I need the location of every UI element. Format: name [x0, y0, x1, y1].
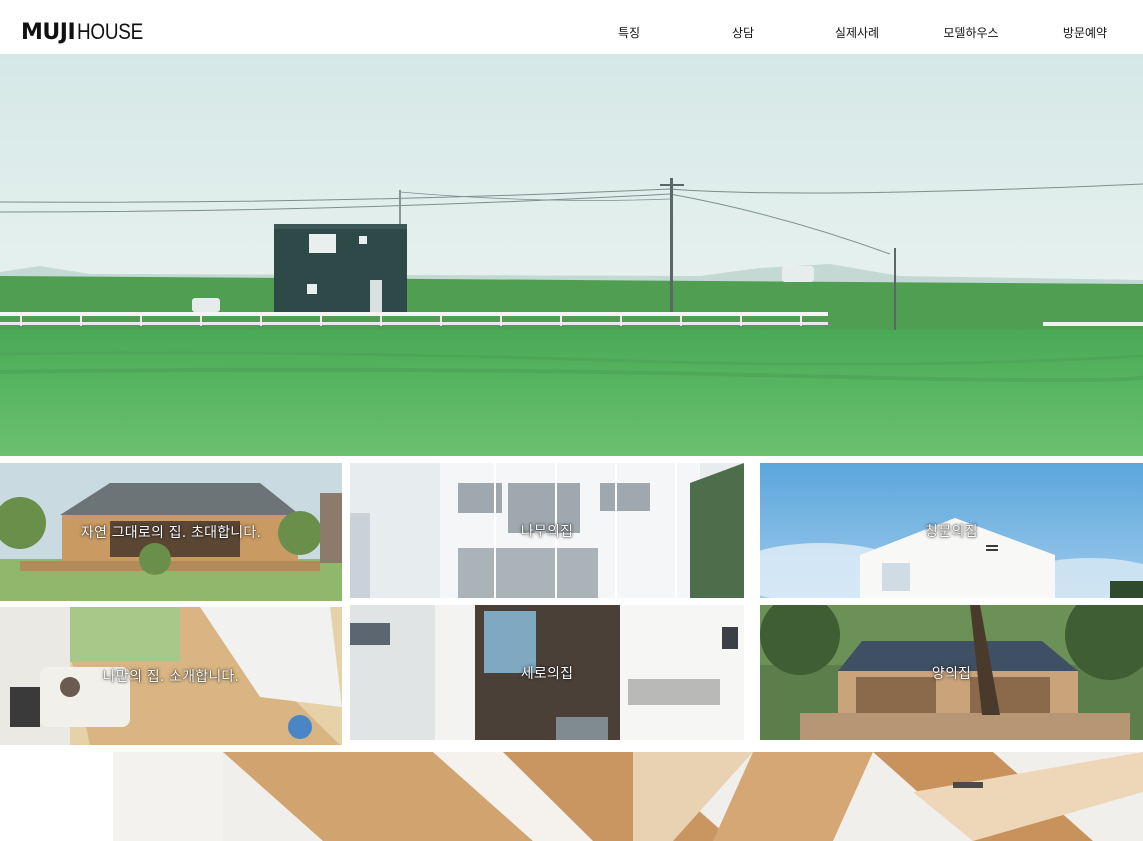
tile-wood-house[interactable]: 나무의집 [350, 463, 744, 598]
main-nav: 특징 상담 실제사례 모델하우스 방문예약 [572, 24, 1143, 44]
nav-item-model-house[interactable]: 모델하우스 [914, 24, 1028, 41]
nav-item-visit-booking[interactable]: 방문예약 [1028, 24, 1142, 41]
tile-nature-house[interactable]: 자연 그대로의 집. 초대합니다. [0, 463, 342, 601]
logo-muji-text: MUJI [21, 20, 76, 45]
tile-label: 창문의집 [925, 523, 978, 540]
wood-structure-banner [113, 752, 1143, 841]
tile-window-house[interactable]: 창문의집 [760, 463, 1143, 598]
hero-image [0, 54, 1143, 456]
tile-label: 양의집 [931, 665, 972, 682]
tile-yang-house[interactable]: 양의집 [760, 605, 1143, 740]
tile-vertical-house[interactable]: 세로의집 [350, 605, 744, 740]
tile-label: 나무의집 [520, 523, 574, 540]
tile-label: 자연 그대로의 집. 초대합니다. [80, 525, 262, 541]
muji-house-logo[interactable]: MUJI HOUSE [21, 19, 154, 45]
tile-label: 나만의 집. 소개합니다. [102, 669, 240, 685]
nav-item-features[interactable]: 특징 [572, 24, 686, 41]
logo-house-text: HOUSE [77, 19, 144, 44]
site-header: MUJI HOUSE 특징 상담 실제사례 모델하우스 방문예약 [0, 0, 1143, 54]
nav-item-consult[interactable]: 상담 [686, 24, 800, 41]
nav-item-cases[interactable]: 실제사례 [800, 24, 914, 41]
tile-my-house[interactable]: 나만의 집. 소개합니다. [0, 607, 342, 745]
tile-label: 세로의집 [520, 665, 574, 682]
